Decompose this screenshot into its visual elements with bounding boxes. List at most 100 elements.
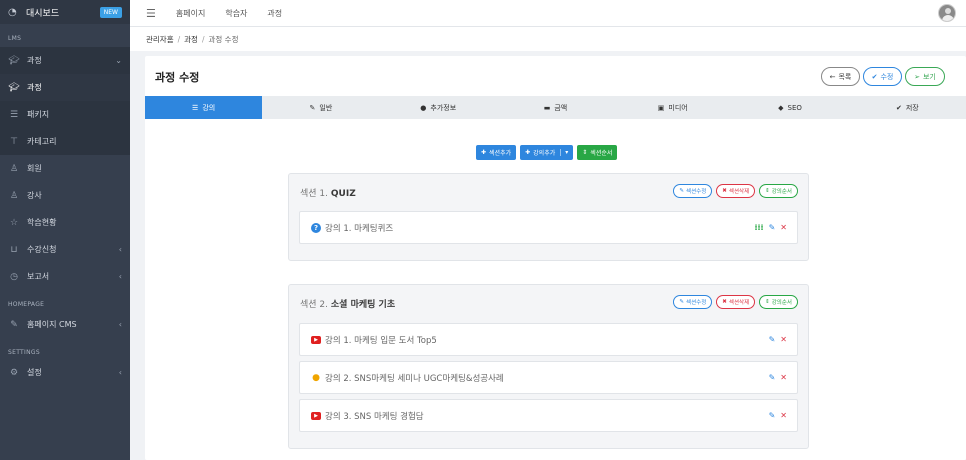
sort-icon: ⇕ — [765, 188, 770, 194]
edit-button[interactable]: ✔ 수정 — [863, 67, 902, 86]
close-icon[interactable]: ✕ — [780, 373, 787, 382]
sidebar-item-settings[interactable]: ⚙ 설정 ‹ — [0, 359, 130, 386]
close-icon: ✖ — [722, 188, 727, 194]
section-card: 섹션 2. 소셜 마케팅 기초 ✎ 섹션수정 ✖ 섹션삭제 ⇕ 강의순서 ▶ 강… — [288, 284, 809, 449]
sidebar-item-label: 강사 — [27, 191, 42, 200]
add-section-button[interactable]: ✚ 섹션추가 — [476, 145, 517, 160]
tab-general[interactable]: ✎ 일반 — [262, 96, 379, 119]
add-section-label: 섹션추가 — [489, 150, 512, 157]
pencil-icon[interactable]: ✎ — [769, 223, 776, 232]
close-icon: ✖ — [722, 299, 727, 305]
quiz-icon: ? — [311, 222, 321, 233]
lecture-label: 강의 1. 마케팅퀴즈 — [325, 223, 394, 234]
pencil-icon: ✎ — [679, 188, 685, 194]
section-prefix: 섹션 2. — [300, 300, 329, 310]
tab-label: SEO — [787, 103, 802, 112]
sidebar-item-homepage-cms[interactable]: ✎ 홈페이지 CMS ‹ — [0, 311, 130, 338]
topnav-homepage[interactable]: 홈페이지 — [176, 8, 205, 19]
sidebar-item-course[interactable]: 🎓︎ 과정 — [0, 74, 130, 101]
pencil-icon[interactable]: ✎ — [769, 373, 776, 382]
sidebar-section-settings: SETTINGS — [8, 349, 40, 356]
lecture-item[interactable]: ▶ 강의 1. 마케팅 입문 도서 Top5 ✎ ✕ — [299, 323, 798, 356]
dashboard-icon: ◔ — [8, 6, 17, 18]
sidebar-item-member[interactable]: ♙ 회원 — [0, 155, 130, 182]
sidebar-item-course-group[interactable]: 🎓︎ 과정 ⌄ — [0, 47, 130, 74]
section-title: 섹션 1. QUIZ — [300, 186, 356, 199]
breadcrumb-separator: / — [201, 34, 205, 44]
breadcrumb-root[interactable]: 관리자홈 — [146, 34, 174, 45]
sidebar-item-progress[interactable]: ☆ 학습현황 — [0, 209, 130, 236]
hamburger-menu-icon[interactable]: ☰ — [146, 7, 156, 20]
lecture-item[interactable]: ? 강의 1. 마케팅퀴즈 ⁞⁞⁞ ✎ ✕ — [299, 211, 798, 244]
tab-price[interactable]: ▬ 금액 — [497, 96, 614, 119]
topnav-learner[interactable]: 학습자 — [225, 8, 247, 19]
tab-label: 미디어 — [668, 103, 688, 112]
lecture-item[interactable]: ● 강의 2. SNS마케팅 세미나 UGC마케팅&성공사례 ✎ ✕ — [299, 361, 798, 394]
gear-icon: ⚙ — [9, 367, 19, 378]
pencil-icon: ✎ — [679, 299, 685, 305]
film-icon: ▣ — [657, 103, 665, 112]
chevron-left-icon: ‹ — [118, 368, 122, 377]
tab-lectures[interactable]: ☰ 강의 — [145, 96, 263, 119]
tab-additional-info[interactable]: ● 추가정보 — [380, 96, 497, 119]
pencil-icon[interactable]: ✎ — [769, 335, 776, 344]
graduation-cap-icon: 🎓︎ — [8, 82, 20, 93]
tab-media[interactable]: ▣ 미디어 — [614, 96, 731, 119]
lecture-label: 강의 3. SNS 마케팅 경험담 — [325, 411, 424, 422]
sidebar-item-instructor[interactable]: ♙ 강사 — [0, 182, 130, 209]
tab-label: 강의 — [202, 103, 216, 112]
sidebar-section-homepage: HOMEPAGE — [8, 301, 45, 308]
section-edit-button[interactable]: ✎ 섹션수정 — [673, 295, 713, 309]
sidebar-item-report[interactable]: ◷ 보고서 ‹ — [0, 263, 130, 290]
sidebar-item-package[interactable]: ☰ 패키지 — [0, 101, 130, 128]
lecture-item[interactable]: ▶ 강의 3. SNS 마케팅 경험담 ✎ ✕ — [299, 399, 798, 432]
cart-icon: ⊔ — [10, 244, 18, 255]
sort-icon: ⇕ — [582, 149, 588, 156]
view-button-label: 보기 — [922, 72, 936, 81]
edit-button-label: 수정 — [880, 72, 894, 81]
sidebar-item-category[interactable]: ⊤ 카테고리 — [0, 128, 130, 155]
chevron-down-icon: ⌄ — [115, 56, 122, 65]
close-icon[interactable]: ✕ — [780, 335, 787, 344]
avatar[interactable] — [938, 4, 956, 22]
section-delete-button[interactable]: ✖ 섹션삭제 — [716, 295, 756, 309]
section-title: 섹션 2. 소셜 마케팅 기초 — [300, 297, 395, 310]
section-edit-button[interactable]: ✎ 섹션수정 — [673, 184, 713, 198]
send-icon: ➢ — [914, 72, 920, 81]
close-icon[interactable]: ✕ — [780, 411, 787, 420]
course-actions: ✚ 섹션추가 ✚ 강의추가 ▾ ⇕ 섹션순서 — [476, 145, 618, 160]
sidebar-item-label: 과정 — [27, 83, 42, 92]
section-delete-button[interactable]: ✖ 섹션삭제 — [716, 184, 756, 198]
section-prefix: 섹션 1. — [300, 189, 329, 199]
chevron-left-icon: ‹ — [118, 272, 122, 281]
sidebar-item-enrollment[interactable]: ⊔ 수강신청 ‹ — [0, 236, 130, 263]
section-delete-label: 섹션삭제 — [728, 300, 750, 306]
close-icon[interactable]: ✕ — [780, 223, 787, 232]
page-title: 과정 수정 — [155, 71, 200, 84]
pencil-icon[interactable]: ✎ — [769, 411, 776, 420]
view-button[interactable]: ➢ 보기 — [905, 67, 945, 86]
section-buttons: ✎ 섹션수정 ✖ 섹션삭제 ⇕ 강의순서 — [673, 184, 798, 198]
new-badge: NEW — [99, 6, 122, 18]
lecture-order-button[interactable]: ⇕ 강의순서 — [759, 184, 798, 198]
topnav-course[interactable]: 과정 — [267, 8, 282, 19]
lecture-order-button[interactable]: ⇕ 강의순서 — [759, 295, 798, 309]
breadcrumb-mid[interactable]: 과정 — [184, 34, 198, 45]
tab-seo[interactable]: ◆ SEO — [731, 96, 848, 119]
add-lecture-button[interactable]: ✚ 강의추가 ▾ — [520, 145, 574, 160]
plus-icon: ✚ — [481, 149, 487, 156]
link-icon: ● — [312, 372, 320, 383]
sidebar-item-label: 대시보드 — [26, 8, 60, 19]
sidebar-item-dashboard[interactable]: ◔ 대시보드 NEW — [0, 0, 130, 24]
sidebar-item-label: 회원 — [27, 164, 42, 173]
puzzle-icon: ✎ — [10, 319, 18, 330]
section-order-button[interactable]: ⇕ 섹션순서 — [577, 145, 618, 160]
tab-save[interactable]: ✔ 저장 — [849, 96, 966, 119]
tab-label: 추가정보 — [430, 103, 457, 112]
grid-icon[interactable]: ⁞⁞⁞ — [754, 223, 763, 232]
add-lecture-label: 강의추가 — [533, 150, 556, 157]
chevron-left-icon: ‹ — [118, 245, 122, 254]
list-button[interactable]: ← 목록 — [821, 67, 860, 86]
chevron-down-icon[interactable]: ▾ — [560, 149, 568, 156]
sitemap-icon: ⊤ — [10, 136, 18, 147]
